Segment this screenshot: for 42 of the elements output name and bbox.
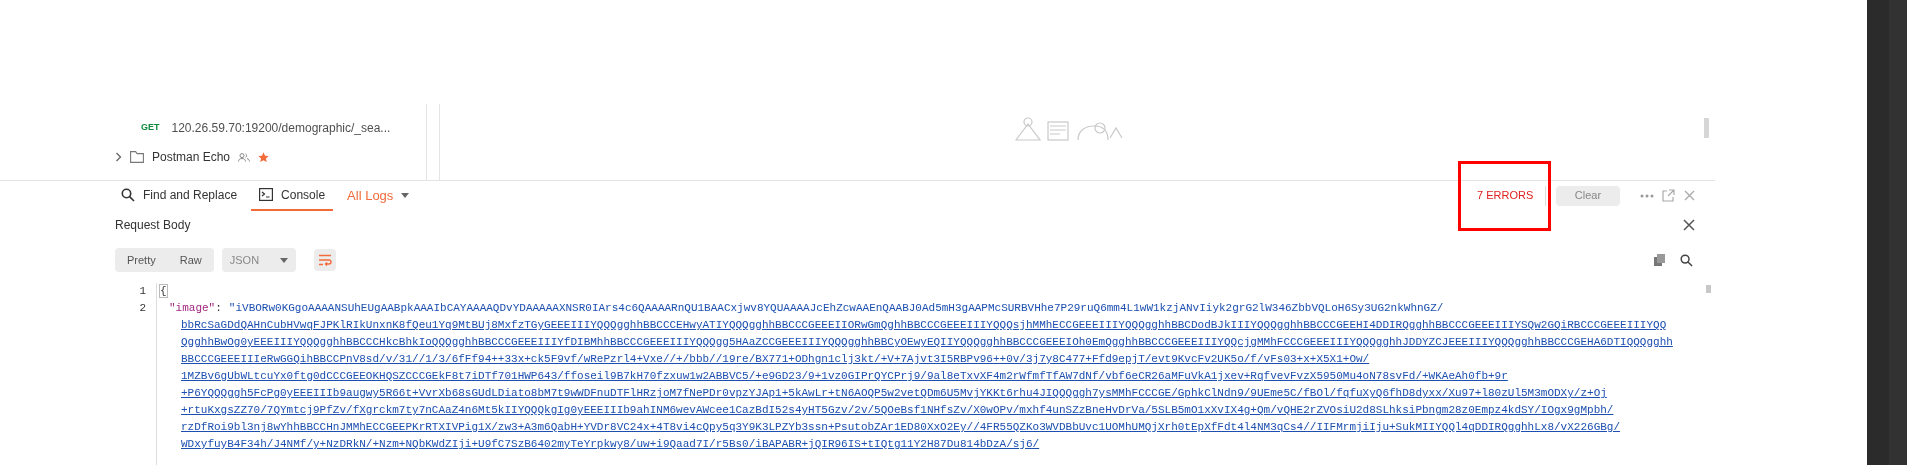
method-label: GET — [141, 121, 160, 135]
error-count[interactable]: 7 ERRORS — [1477, 187, 1534, 204]
panel-title: Request Body — [115, 217, 191, 234]
request-url[interactable]: 120.26.59.70:19200/demographic/_sea... — [171, 119, 391, 137]
view-mode-toggle[interactable]: Pretty — [115, 248, 168, 272]
caret-icon — [401, 193, 410, 198]
copy-icon[interactable] — [1654, 254, 1666, 266]
search-icon — [121, 187, 135, 202]
json-value-link[interactable]: bbRcSaGDdQAHnCubHVwqFJPKlRIkUnxnK8fQeu1Yq9MtBUj8MxfzTGyGEEEIIIYQQQgghhBBCCCEHwyATIYQQQgghhBBCCCGEEEIIORwGmQghhBBCCCGEEEIIIYQQQsjhMMhECCGEEEIIIYQQQgghhBBCDodBJkIIIYQQQgghhBBCCCGEEHI4DDIRQgghhBBCCCGEEEIIIYSQw2GQiRBCCCGEEEIIIYQQ — [181, 319, 1667, 331]
line-number: 1 — [139, 284, 146, 299]
json-brace: { — [159, 284, 168, 298]
line-number: 2 — [139, 301, 146, 316]
json-value-link[interactable]: rzDfRoi9bl3nj8wYhhBBCCHnJMMhECCGEEPKrRTXIVPig1X/zw3+A3m6QabH+YVDr8VC24x+4T8vi4cQpy5q3Y9K3LPZYb3ssn+PsutobZAr1ED80XxO2Ey//4FR55QZKo3WVDBbUvc1UOMhUMQjXrh0tEpXfFdt4l4NM3qCs4//IIFMrmjiIju+SukMIIYQQl4qDDIRQgghhLx8/vX226GBg/ — [181, 421, 1621, 433]
people-icon — [238, 152, 251, 162]
search-icon[interactable] — [1680, 253, 1693, 267]
tab-label: Find and Replace — [143, 186, 238, 204]
more-icon[interactable] — [1640, 193, 1654, 198]
panel-tab[interactable]: Find and Replace — [113, 180, 246, 211]
collection-name[interactable]: Postman Echo — [152, 148, 231, 166]
json-value: "iVBORw0KGgoAAAANSUhEUgAABpkAAAIbCAYAAAAQDvYDAAAAAXNSR0IArs4c6QAAAARnQU1BAACxjwv8YQUAAAAJcEhZcwAAEnQAABJ0Ad5mH3gAAPMcSURBVHhe7P29ruQ6mm4L1wW1kzjANvIiyk2grG2lW346ZbbVQLoH6Sy3UG2nkWhnGZ/ — [228, 302, 1444, 314]
scrollbar-thumb[interactable] — [1703, 118, 1709, 138]
json-value-link[interactable]: WDxyfuyB4F34h/J4NMf/y+NzDRkN/+Nzm+NQbKWdZIji+U9fC7SzB6402myTeYrpkwy8/uw+i9Qaad7I/r5Bs0/iBAPABR+jQIR96IS+tIQtg11Y2H87Du814bDzA/sj6/ — [181, 438, 1040, 450]
folder-icon — [130, 151, 144, 163]
json-value-link[interactable]: 1MZBv6gUbWLtcuYx0ftg0dCCCGEEOKHQSZCCCGEkF8t7iDTf701HWP643/ffoseil9B7kH70fzxuw1w2ABBVC5/+e9GD23/9+1vz0GIPrQYCPrj9/9al8eTxvXF4m2rWfmfTfAW7dNf/vbf6eCR26aMFuVkA1jxev+RqfvevFvzX5950Mu4oN78svFd/+WKAeAh0fb+9r — [181, 370, 1508, 382]
star-icon[interactable] — [258, 151, 270, 163]
wrap-icon — [317, 254, 332, 266]
close-icon[interactable] — [1683, 219, 1695, 231]
json-separator: : — [215, 302, 222, 314]
tab-label: Console — [281, 186, 326, 204]
chevron-right-icon[interactable] — [115, 152, 122, 162]
caret-icon — [279, 257, 288, 263]
json-value-link[interactable]: BBCCCGEEEIIIeRwGGQihBBCCPnV8sd/v/31//1/3/6fFf94++33x+ck5F9vf/wRePzrl4+Vxe//+/bbb//19re/BX771+ODhgn1clj3kt/+V+7Ajvt3I5RBPv96++0v/3j7y8C477+Ffd9epjT/evt9KvcFv2UK5o/f/vFs03+x+X5X1+Ow/ — [181, 353, 1370, 365]
json-value-link[interactable]: +rtuKxgsZZ70/7QYmtcj9PfZv/fXgrckm7ty7nCAaZ4n6Mt5kIIYQQQkgIg0yEEEIIIb9ahINM6wevAWcee1CazBdI52s4yHT5Gzv/2v/5QOeBsf1NHfsZv/X0wOPv/mxhf4unSZzBneHvDrVa/5SLB5mO1xXvIX4g+Qm/vQHE2rZVOsiU2d8SLhksiPbngm28z0Empz4kdSY/IOgx9gMpbh/ — [181, 404, 1614, 416]
json-value-link[interactable]: +P6YQQQggh5FcPg0yEEEIIIb9augwy5R66t+VvrXb68sGUdLDiato8bM7t9wWDFnuDTFlHRzjoM7fNePDr0vpzYJAp1+5kAwLr+tN6AOQP5w2vetQDm6U5MvjYKKt6rhu4JIQQQggh7ysMMhFCCCGE/GphkClNdn9/9UEme5C/fBOl/fqfuXyQ6fhD8dyxx/Xu97+l80zUl5M3mODXy/z+Oj — [181, 387, 1607, 399]
panel-tab[interactable]: Console — [251, 180, 334, 211]
wrap-lines-button[interactable] — [313, 249, 336, 271]
json-value-link[interactable]: QgghhBwOg0yEEEIIIYQQQgghhBBCCCHkcBhkIoQQQgghhBBCCCGEEEIIIYfDIBMhhBBCCCGEEEIIIYQQQgg5HAaZCCGEEEIIIYQQQgghhBBCyOEwyEQIIYQQQgghhBBCCCGEEEIOh0EmQgghhBBCCCGEEEIIIYQQcjgMMhFCCCGEEEIIIYQQQgghhJDDYZCJEEEIIIYQQQgghhBBCCCGEHA6DTIQQQgghh — [181, 336, 1673, 348]
scrollbar-thumb[interactable] — [1705, 285, 1711, 293]
popout-icon[interactable] — [1662, 189, 1675, 202]
terminal-icon — [259, 188, 274, 201]
view-mode-toggle[interactable]: Raw — [167, 248, 214, 272]
json-key: "image" — [169, 302, 216, 314]
